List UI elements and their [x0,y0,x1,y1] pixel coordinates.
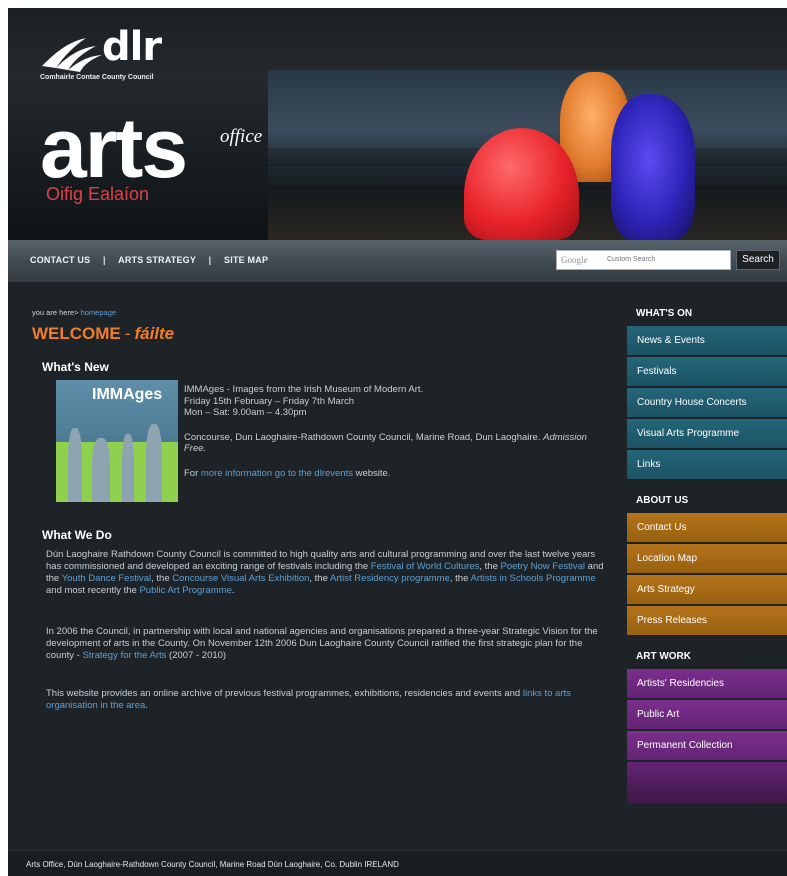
about-us-heading: ABOUT US [636,495,689,506]
sidebar-item-visual-arts[interactable]: Visual Arts Programme [627,419,787,448]
nav-bar: CONTACT US | ARTS STRATEGY | SITE MAP Go… [8,240,787,282]
sidebar-item-artists-residencies[interactable]: Artists' Residencies [627,669,787,698]
text: , the [309,573,328,584]
sidebar-item-country-house-concerts[interactable]: Country House Concerts [627,388,787,417]
nav-arts-strategy[interactable]: ARTS STRATEGY [118,255,196,265]
more-info-prefix: For [184,467,199,479]
whats-on-heading: WHAT'S ON [636,308,693,319]
what-we-do-paragraph-3: This website provides an online archive … [46,688,606,712]
artists-schools-link[interactable]: Artists in Schools Programme [471,573,596,584]
poster-cactus [122,434,134,502]
welcome-separator: - [124,324,131,343]
blue-sculpture [611,94,695,240]
art-work-heading: ART WORK [636,651,691,662]
nav-site-map[interactable]: SITE MAP [224,255,268,265]
event-description: IMMAges - Images from the Irish Museum o… [184,384,604,492]
nav-links: CONTACT US | ARTS STRATEGY | SITE MAP [30,255,268,265]
poster-cactus [92,438,110,502]
council-name: Comhairle Contae County Council [40,74,154,81]
site-footer: Arts Office, Dún Laoghaire-Rathdown Coun… [8,850,787,876]
nav-separator: | [103,255,106,265]
dlrevents-link[interactable]: more information go to the dlrevents [201,468,353,479]
sidebar: WHAT'S ON News & Events Festivals Countr… [627,306,787,804]
sidebar-item-location-map[interactable]: Location Map [627,544,787,573]
site-title: arts [40,101,188,195]
nav-contact-us[interactable]: CONTACT US [30,255,90,265]
page-title: WELCOME - fáilte [32,324,174,344]
poster-cactus [68,428,82,502]
sidebar-fade [627,762,787,804]
what-we-do-paragraph-1: Dún Laoghaire Rathdown County Council is… [46,549,606,597]
sidebar-item-public-art[interactable]: Public Art [627,700,787,729]
google-brand: Google [561,255,588,265]
irish-title: Oifig Ealaíon [46,184,150,204]
what-we-do-paragraph-2: In 2006 the Council, in partnership with… [46,626,606,662]
footer-address: Arts Office, Dún Laoghaire-Rathdown Coun… [26,860,399,869]
text: and most recently the [46,585,137,596]
event-venue: Concourse, Dun Laoghaire-Rathdown County… [184,431,541,443]
youth-dance-link[interactable]: Youth Dance Festival [62,573,151,584]
sidebar-item-links[interactable]: Links [627,450,787,479]
event-title: IMMAges - Images from the Irish Museum o… [184,384,424,395]
welcome-english: WELCOME [32,324,121,343]
sidebar-item-press-releases[interactable]: Press Releases [627,606,787,635]
sidebar-item-permanent-collection[interactable]: Permanent Collection [627,731,787,760]
what-we-do-heading: What We Do [42,528,112,542]
page: dlr Comhairle Contae County Council arts… [8,8,787,876]
immages-poster-image[interactable]: IMMAges [56,380,178,502]
concourse-exhibition-link[interactable]: Concourse Visual Arts Exhibition [172,573,309,584]
artist-residency-link[interactable]: Artist Residency programme [330,573,450,584]
sidebar-item-contact-us[interactable]: Contact Us [627,513,787,542]
event-hours: Mon – Sat: 9.00am – 4.30pm [184,407,307,418]
text: , the [151,573,170,584]
sidebar-item-news-events[interactable]: News & Events [627,326,787,355]
text: , the [449,573,469,584]
text: , the [479,561,498,572]
text: This website provides an online archive … [46,688,521,699]
search-input[interactable]: Google Custom Search [556,250,731,270]
poster-title: IMMAges [92,386,163,403]
poster-cactus [146,424,162,502]
site-title-super: office [220,126,263,147]
breadcrumb-home-link[interactable]: homepage [81,308,116,317]
search-button[interactable]: Search [736,250,780,270]
breadcrumb-prefix: you are here> [32,308,79,317]
search-placeholder: Custom Search [607,256,656,263]
whats-new-heading: What's New [42,360,109,374]
sidebar-item-festivals[interactable]: Festivals [627,357,787,386]
text: (2007 - 2010) [169,650,227,661]
text: . [145,700,148,711]
logo-text[interactable]: dlr [102,24,162,70]
event-dates: Friday 15th February – Friday 7th March [184,395,355,407]
strategy-for-arts-link[interactable]: Strategy for the Arts [82,650,166,661]
more-info-suffix: website. [355,467,391,479]
text: . [231,585,235,596]
public-art-programme-link[interactable]: Public Art Programme [139,585,231,596]
welcome-irish: fáilte [134,324,175,343]
breadcrumb: you are here> homepage [32,308,116,317]
nav-separator: | [208,255,212,265]
poetry-now-link[interactable]: Poetry Now Festival [501,561,585,572]
sidebar-item-arts-strategy[interactable]: Arts Strategy [627,575,787,604]
festival-world-cultures-link[interactable]: Festival of World Cultures [371,561,480,572]
site-header: dlr Comhairle Contae County Council arts… [8,8,787,240]
